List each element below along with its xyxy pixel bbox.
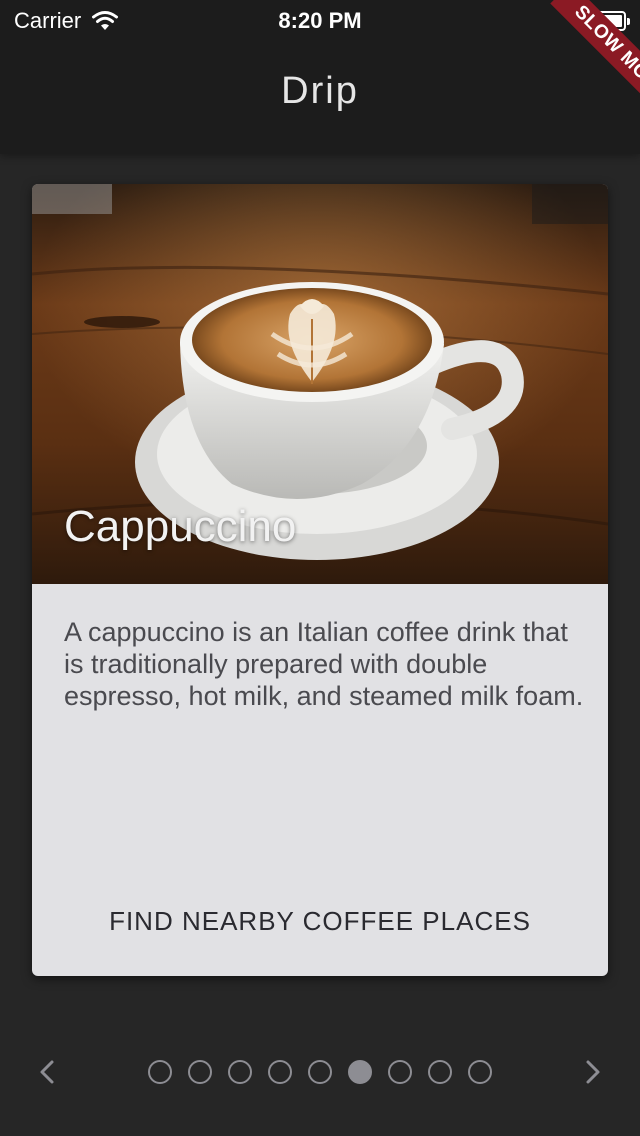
page-dot[interactable]: [348, 1060, 372, 1084]
card-description: A cappuccino is an Italian coffee drink …: [64, 617, 584, 711]
page-indicator: [148, 1060, 492, 1084]
page-dot[interactable]: [388, 1060, 412, 1084]
find-nearby-button[interactable]: FIND NEARBY COFFEE PLACES: [32, 906, 608, 937]
chevron-right-icon[interactable]: [576, 1056, 608, 1088]
slow-mode-label: SLOW MODE: [550, 0, 640, 120]
screen: Carrier 8:20 PM Drip SLOW MODE Cappuccin…: [0, 0, 640, 1136]
coffee-card: Cappuccino A cappuccino is an Italian co…: [32, 184, 608, 976]
page-dot[interactable]: [468, 1060, 492, 1084]
slow-mode-banner: SLOW MODE: [520, 0, 640, 120]
page-dot[interactable]: [228, 1060, 252, 1084]
chevron-left-icon[interactable]: [32, 1056, 64, 1088]
page-dot[interactable]: [428, 1060, 452, 1084]
page-dot[interactable]: [308, 1060, 332, 1084]
card-title: Cappuccino: [64, 502, 297, 551]
pager: [0, 1050, 640, 1094]
page-dot[interactable]: [148, 1060, 172, 1084]
page-dot[interactable]: [188, 1060, 212, 1084]
page-dot[interactable]: [268, 1060, 292, 1084]
